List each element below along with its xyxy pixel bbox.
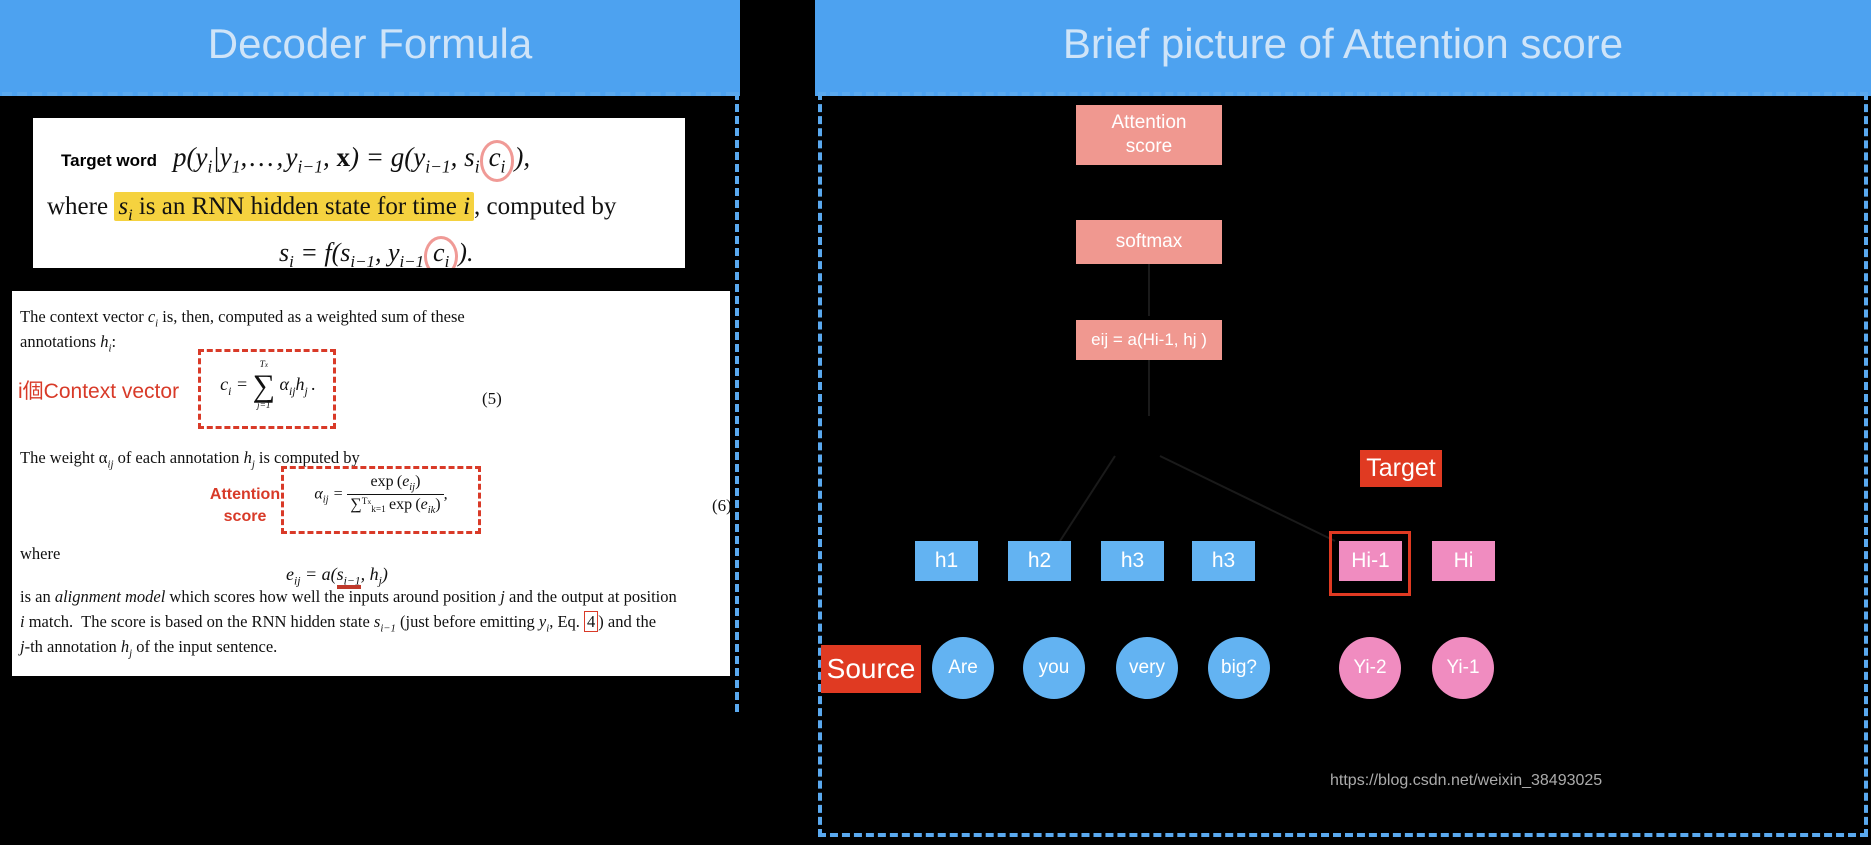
summation-symbol-5: Tx ∑ j=1 [252,360,276,411]
equation-7: eij = a(si−1, hj) [286,564,388,589]
attention-score-label-line2: score [223,507,267,525]
left-slide-body: Target word p(yi|y1, . . . , yi−1, x) = … [0,96,740,712]
context-vector-annotation-label: i個Context vector [18,380,180,403]
decoder-formula-card: Target word p(yi|y1, . . . , yi−1, x) = … [33,118,685,268]
left-slide: Decoder Formula Target word p(yi|y1, . .… [0,0,740,712]
paper-line-6: i match. The score is based on the RNN h… [20,611,657,635]
attention-score-label-line1: Attention [209,486,281,503]
hidden-state-node-hi-1: Hi-1 [1339,541,1402,581]
equation-5: ci = Tx ∑ j=1 αijhj . [220,360,316,411]
where-sentence: where si is an RNN hidden state for time… [47,192,617,224]
attention-flow-arrows [1059,261,1336,542]
attention-score-box: Attention score [1076,105,1222,165]
ci-circle-annotation-1: ci [479,140,515,182]
right-slide-dashed-frame [818,92,1868,837]
hidden-state-node-h2: h2 [1008,541,1071,581]
slide-gap-strip [740,0,815,845]
paper-line-5: is an alignment model which scores how w… [20,587,677,606]
eij-formula-box: eij = a(Hi-1, hj ) [1076,320,1222,360]
paper-line-2: annotations hi: [20,332,117,355]
left-slide-right-dashed-edge [735,92,739,712]
right-slide: Brief picture of Attention score Attenti… [815,0,1871,845]
word-node-yi-1: Yi-1 [1432,637,1494,699]
paper-line-4: where [20,544,61,563]
word-node-very: very [1116,637,1178,699]
target-word-label: Target word [61,151,158,170]
equation-6: αij = exp (eij) ∑Txk=1 exp (eik) , [314,473,448,517]
right-slide-title: Brief picture of Attention score [1062,20,1624,67]
word-node-you: you [1023,637,1085,699]
softmax-fraction: exp (eij) ∑Txk=1 exp (eik) [347,473,444,516]
softmax-box: softmax [1076,220,1222,264]
attention-score-box-text: Attention score [1112,111,1187,159]
state-equation: si = f(si−1, yi−1 ci). [279,236,473,268]
paper-line-1: The context vector ci is, then, computed… [20,307,465,330]
hidden-state-node-h1: h1 [915,541,978,581]
hidden-state-node-hi: Hi [1432,541,1495,581]
hidden-state-node-h3: h3 [1101,541,1164,581]
equation-6-number: (6) [712,496,730,515]
eq4-reference-box: 4 [584,611,599,632]
word-node-are: Are [932,637,994,699]
attention-score-box-line1: Attention [1111,112,1187,134]
source-label-box: Source [821,645,921,693]
ci-circle-annotation-2: ci [424,236,459,268]
probability-equation: p(yi|y1, . . . , yi−1, x) = g(yi−1, si ci… [173,140,530,182]
paper-line-7: j-th annotation hj of the input sentence… [20,637,278,660]
watermark-text: https://blog.csdn.net/weixin_38493025 [1330,772,1603,789]
attention-score-box-line2: score [1125,136,1173,157]
yellow-highlight: si is an RNN hidden state for time i [114,192,475,224]
paper-excerpt-card: The context vector ci is, then, computed… [12,291,730,676]
target-label-box: Target [1360,450,1442,487]
equation-5-number: (5) [482,389,502,408]
left-slide-title: Decoder Formula [207,20,533,67]
left-slide-bottom-strip [0,712,740,845]
word-node-yi-2: Yi-2 [1339,637,1401,699]
word-node-big-: big? [1208,637,1270,699]
hidden-state-node-h3: h3 [1192,541,1255,581]
slide-pair-canvas: Decoder Formula Target word p(yi|y1, . .… [0,0,1871,845]
